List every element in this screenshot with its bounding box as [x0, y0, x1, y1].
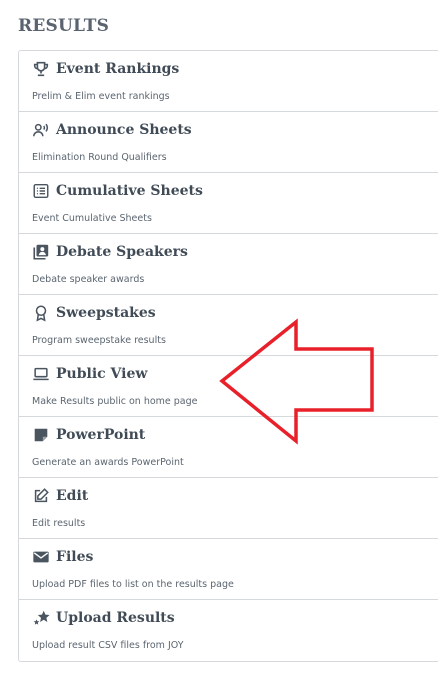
menu-item-title: Debate Speakers	[56, 244, 188, 260]
menu-item-header: Debate Speakers	[32, 243, 188, 261]
menu-item-description: Debate speaker awards	[32, 274, 145, 285]
menu-item-title: Event Rankings	[56, 61, 180, 77]
laptop-icon	[32, 365, 50, 383]
menu-item-header: Cumulative Sheets	[32, 182, 203, 200]
menu-item-description: Elimination Round Qualifiers	[32, 152, 167, 163]
trophy-icon	[32, 60, 50, 78]
menu-item-files[interactable]: Files Upload PDF files to list on the re…	[19, 539, 438, 600]
menu-item-title: PowerPoint	[56, 427, 146, 443]
menu-item-description: Program sweepstake results	[32, 335, 166, 346]
menu-item-sweepstakes[interactable]: Sweepstakes Program sweepstake results	[19, 295, 438, 356]
menu-item-public-view[interactable]: Public View Make Results public on home …	[19, 356, 438, 417]
menu-item-title: Cumulative Sheets	[56, 183, 203, 199]
menu-item-description: Make Results public on home page	[32, 396, 198, 407]
menu-item-title: Public View	[56, 366, 148, 382]
note-icon	[32, 426, 50, 444]
menu-item-description: Generate an awards PowerPoint	[32, 457, 184, 468]
menu-item-upload-results[interactable]: Upload Results Upload result CSV files f…	[19, 600, 438, 661]
envelope-icon	[32, 548, 50, 566]
results-menu: Event Rankings Prelim & Elim event ranki…	[18, 50, 438, 662]
menu-item-header: Public View	[32, 365, 147, 383]
menu-item-announce-sheets[interactable]: Announce Sheets Elimination Round Qualif…	[19, 112, 438, 173]
menu-item-header: PowerPoint	[32, 426, 145, 444]
award-icon	[32, 304, 50, 322]
menu-item-powerpoint[interactable]: PowerPoint Generate an awards PowerPoint	[19, 417, 438, 478]
menu-item-title: Upload Results	[56, 610, 175, 626]
menu-item-header: Announce Sheets	[32, 121, 192, 139]
menu-item-debate-speakers[interactable]: Debate Speakers Debate speaker awards	[19, 234, 438, 295]
menu-item-description: Edit results	[32, 518, 86, 529]
speaker-icon	[32, 243, 50, 261]
menu-item-description: Upload PDF files to list on the results …	[32, 579, 234, 590]
menu-item-title: Files	[56, 549, 94, 565]
menu-item-description: Prelim & Elim event rankings	[32, 91, 170, 102]
menu-item-cumulative-sheets[interactable]: Cumulative Sheets Event Cumulative Sheet…	[19, 173, 438, 234]
menu-item-header: Sweepstakes	[32, 304, 156, 322]
menu-item-description: Event Cumulative Sheets	[32, 213, 152, 224]
menu-item-title: Edit	[56, 488, 89, 504]
menu-item-title: Announce Sheets	[56, 122, 192, 138]
list-icon	[32, 182, 50, 200]
edit-icon	[32, 487, 50, 505]
menu-item-edit[interactable]: Edit Edit results	[19, 478, 438, 539]
page-title: RESULTS	[18, 16, 110, 36]
menu-item-header: Upload Results	[32, 609, 175, 627]
stars-icon	[32, 609, 50, 627]
menu-item-header: Files	[32, 548, 93, 566]
menu-item-header: Edit	[32, 487, 88, 505]
announce-icon	[32, 121, 50, 139]
menu-item-description: Upload result CSV files from JOY	[32, 640, 184, 651]
menu-item-header: Event Rankings	[32, 60, 179, 78]
menu-item-title: Sweepstakes	[56, 305, 156, 321]
menu-item-event-rankings[interactable]: Event Rankings Prelim & Elim event ranki…	[19, 51, 438, 112]
